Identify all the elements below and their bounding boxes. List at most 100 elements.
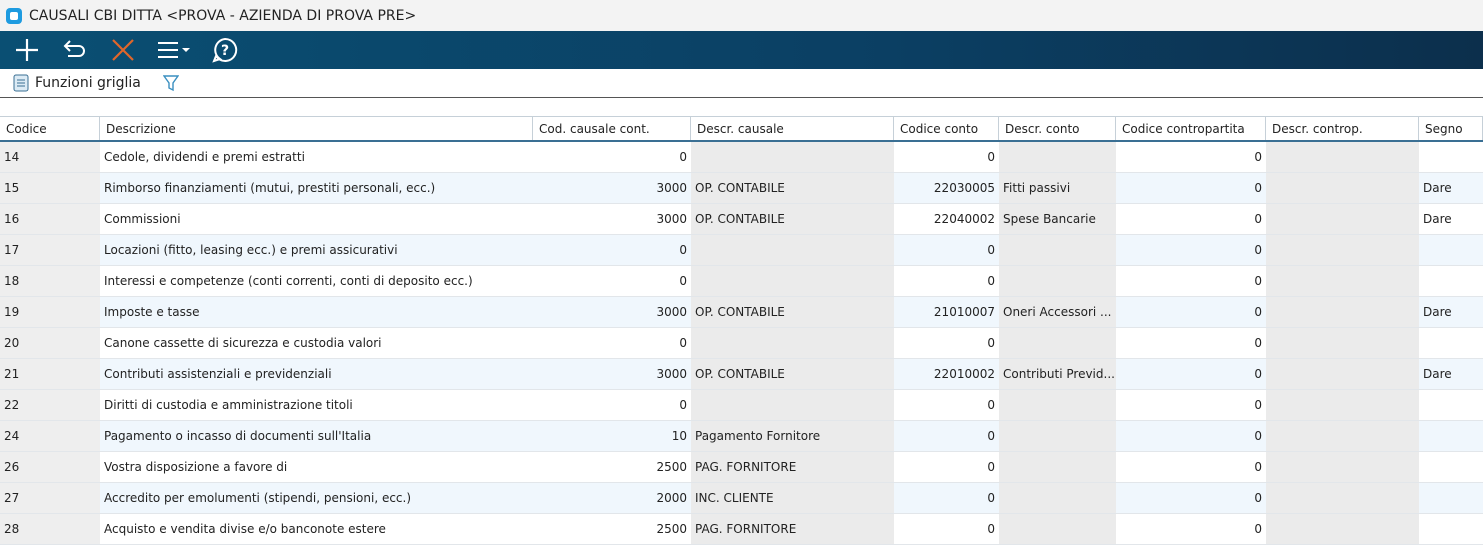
table-row[interactable]: 21 Contributi assistenziali e previdenzia… — [0, 359, 1483, 390]
cell-descrizione[interactable]: Pagamento o incasso di documenti sull'It… — [100, 421, 533, 451]
filter-icon[interactable] — [162, 74, 179, 92]
cell-descrizione[interactable]: Interessi e competenze (conti correnti, … — [100, 266, 533, 296]
cell-cod-causale[interactable]: 0 — [533, 390, 691, 420]
cell-codice-contropartita[interactable]: 0 — [1116, 483, 1266, 513]
cell-codice-conto[interactable]: 0 — [894, 142, 999, 172]
cell-codice-contropartita[interactable]: 0 — [1116, 452, 1266, 482]
cell-codice-conto[interactable]: 22030005 — [894, 173, 999, 203]
cell-descr-conto[interactable] — [999, 514, 1116, 544]
cell-cod-causale[interactable]: 0 — [533, 235, 691, 265]
delete-button[interactable] — [108, 35, 138, 65]
cell-segno[interactable] — [1419, 328, 1483, 358]
cell-codice[interactable]: 16 — [0, 204, 100, 234]
cell-codice[interactable]: 21 — [0, 359, 100, 389]
cell-codice-conto[interactable]: 0 — [894, 452, 999, 482]
cell-codice-contropartita[interactable]: 0 — [1116, 173, 1266, 203]
cell-segno[interactable] — [1419, 235, 1483, 265]
cell-cod-causale[interactable]: 0 — [533, 266, 691, 296]
cell-codice-conto[interactable]: 22040002 — [894, 204, 999, 234]
cell-cod-causale[interactable]: 0 — [533, 142, 691, 172]
table-row[interactable]: 20 Canone cassette di sicurezza e custodi… — [0, 328, 1483, 359]
help-button[interactable]: ? — [210, 35, 240, 65]
cell-codice-conto[interactable]: 0 — [894, 266, 999, 296]
cell-descr-conto[interactable]: Spese Bancarie — [999, 204, 1116, 234]
table-row[interactable]: 18 Interessi e competenze (conti correnti… — [0, 266, 1483, 297]
table-row[interactable]: 24 Pagamento o incasso di documenti sull'… — [0, 421, 1483, 452]
grid-functions-button[interactable]: Funzioni griglia — [13, 74, 141, 92]
cell-codice-contropartita[interactable]: 0 — [1116, 514, 1266, 544]
cell-descr-causale[interactable]: Pagamento Fornitore — [691, 421, 894, 451]
cell-descr-causale[interactable]: PAG. FORNITORE — [691, 514, 894, 544]
cell-descr-causale[interactable] — [691, 328, 894, 358]
cell-descr-causale[interactable]: INC. CLIENTE — [691, 483, 894, 513]
cell-codice-contropartita[interactable]: 0 — [1116, 421, 1266, 451]
column-header-codice-contropartita[interactable]: Codice contropartita — [1116, 116, 1266, 140]
cell-cod-causale[interactable]: 2000 — [533, 483, 691, 513]
cell-descrizione[interactable]: Locazioni (fitto, leasing ecc.) e premi … — [100, 235, 533, 265]
cell-cod-causale[interactable]: 2500 — [533, 514, 691, 544]
cell-codice[interactable]: 20 — [0, 328, 100, 358]
cell-descr-conto[interactable] — [999, 421, 1116, 451]
cell-descr-controp[interactable] — [1266, 204, 1419, 234]
cell-descr-causale[interactable]: OP. CONTABILE — [691, 173, 894, 203]
cell-descr-controp[interactable] — [1266, 173, 1419, 203]
cell-codice[interactable]: 17 — [0, 235, 100, 265]
cell-cod-causale[interactable]: 2500 — [533, 452, 691, 482]
cell-descrizione[interactable]: Canone cassette di sicurezza e custodia … — [100, 328, 533, 358]
cell-cod-causale[interactable]: 3000 — [533, 173, 691, 203]
cell-descr-causale[interactable]: OP. CONTABILE — [691, 359, 894, 389]
cell-codice-contropartita[interactable]: 0 — [1116, 235, 1266, 265]
cell-codice-contropartita[interactable]: 0 — [1116, 266, 1266, 296]
column-header-cod-causale[interactable]: Cod. causale cont. — [533, 116, 691, 140]
cell-descr-controp[interactable] — [1266, 421, 1419, 451]
table-row[interactable]: 27 Accredito per emolumenti (stipendi, pe… — [0, 483, 1483, 514]
cell-codice-conto[interactable]: 0 — [894, 483, 999, 513]
cell-codice-conto[interactable]: 0 — [894, 235, 999, 265]
cell-descrizione[interactable]: Commissioni — [100, 204, 533, 234]
cell-descr-conto[interactable] — [999, 328, 1116, 358]
cell-segno[interactable] — [1419, 390, 1483, 420]
cell-codice-conto[interactable]: 0 — [894, 390, 999, 420]
cell-codice-contropartita[interactable]: 0 — [1116, 328, 1266, 358]
table-row[interactable]: 22 Diritti di custodia e amministrazione … — [0, 390, 1483, 421]
cell-descr-controp[interactable] — [1266, 297, 1419, 327]
cell-codice-conto[interactable]: 22010002 — [894, 359, 999, 389]
cell-cod-causale[interactable]: 3000 — [533, 297, 691, 327]
cell-descr-causale[interactable] — [691, 235, 894, 265]
cell-descrizione[interactable]: Cedole, dividendi e premi estratti — [100, 142, 533, 172]
cell-descr-controp[interactable] — [1266, 359, 1419, 389]
cell-cod-causale[interactable]: 3000 — [533, 359, 691, 389]
cell-codice-conto[interactable]: 21010007 — [894, 297, 999, 327]
column-header-descr-controp[interactable]: Descr. controp. — [1266, 116, 1419, 140]
cell-descrizione[interactable]: Contributi assistenziali e previdenziali — [100, 359, 533, 389]
cell-codice-conto[interactable]: 0 — [894, 328, 999, 358]
cell-descrizione[interactable]: Accredito per emolumenti (stipendi, pens… — [100, 483, 533, 513]
cell-descrizione[interactable]: Vostra disposizione a favore di — [100, 452, 533, 482]
cell-codice-conto[interactable]: 0 — [894, 421, 999, 451]
cell-codice[interactable]: 15 — [0, 173, 100, 203]
cell-descr-controp[interactable] — [1266, 235, 1419, 265]
cell-descrizione[interactable]: Diritti di custodia e amministrazione ti… — [100, 390, 533, 420]
table-row[interactable]: 28 Acquisto e vendita divise e/o banconot… — [0, 514, 1483, 545]
cell-segno[interactable]: Dare — [1419, 204, 1483, 234]
table-row[interactable]: 15 Rimborso finanziamenti (mutui, prestit… — [0, 173, 1483, 204]
cell-descr-controp[interactable] — [1266, 142, 1419, 172]
cell-descrizione[interactable]: Acquisto e vendita divise e/o banconote … — [100, 514, 533, 544]
table-row[interactable]: 19 Imposte e tasse 3000 OP. CONTABILE 210100… — [0, 297, 1483, 328]
cell-codice-contropartita[interactable]: 0 — [1116, 297, 1266, 327]
cell-descr-conto[interactable]: Oneri Accessori ... — [999, 297, 1116, 327]
cell-descr-controp[interactable] — [1266, 390, 1419, 420]
cell-descr-controp[interactable] — [1266, 514, 1419, 544]
cell-descr-conto[interactable] — [999, 390, 1116, 420]
cell-segno[interactable] — [1419, 514, 1483, 544]
cell-codice-conto[interactable]: 0 — [894, 514, 999, 544]
cell-descr-conto[interactable]: Contributi Previd... — [999, 359, 1116, 389]
cell-descr-controp[interactable] — [1266, 266, 1419, 296]
cell-cod-causale[interactable]: 3000 — [533, 204, 691, 234]
cell-codice-contropartita[interactable]: 0 — [1116, 359, 1266, 389]
cell-descr-conto[interactable] — [999, 142, 1116, 172]
cell-codice[interactable]: 27 — [0, 483, 100, 513]
cell-codice[interactable]: 28 — [0, 514, 100, 544]
cell-descr-causale[interactable] — [691, 390, 894, 420]
cell-codice-contropartita[interactable]: 0 — [1116, 204, 1266, 234]
